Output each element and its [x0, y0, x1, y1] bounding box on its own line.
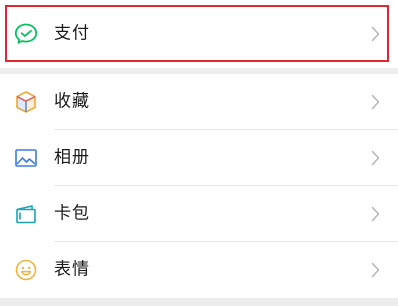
menu-item-stickers-label: 表情	[54, 259, 90, 280]
pay-section: 支付	[0, 0, 398, 68]
menu-item-pay[interactable]: 支付	[0, 0, 398, 68]
album-picture-icon	[13, 145, 39, 171]
chevron-right-icon	[371, 206, 380, 222]
chevron-right-icon	[371, 94, 380, 110]
menu-item-album[interactable]: 相册	[0, 130, 398, 186]
menu-item-album-label: 相册	[54, 147, 90, 168]
chevron-right-icon	[371, 150, 380, 166]
menu-item-card-wallet[interactable]: 卡包	[0, 186, 398, 242]
menu-item-card-wallet-label: 卡包	[54, 203, 90, 224]
menu-item-favorites-label: 收藏	[54, 91, 90, 112]
chevron-right-icon	[371, 26, 380, 42]
main-section: 收藏 相册 卡包 表情	[0, 74, 398, 298]
menu-item-stickers[interactable]: 表情	[0, 242, 398, 298]
menu-item-pay-label: 支付	[54, 23, 90, 44]
favorites-cube-icon	[13, 89, 39, 115]
wechat-pay-icon	[13, 21, 39, 47]
menu-item-favorites[interactable]: 收藏	[0, 74, 398, 130]
chevron-right-icon	[371, 262, 380, 278]
sticker-smiley-icon	[13, 257, 39, 283]
card-wallet-icon	[13, 201, 39, 227]
